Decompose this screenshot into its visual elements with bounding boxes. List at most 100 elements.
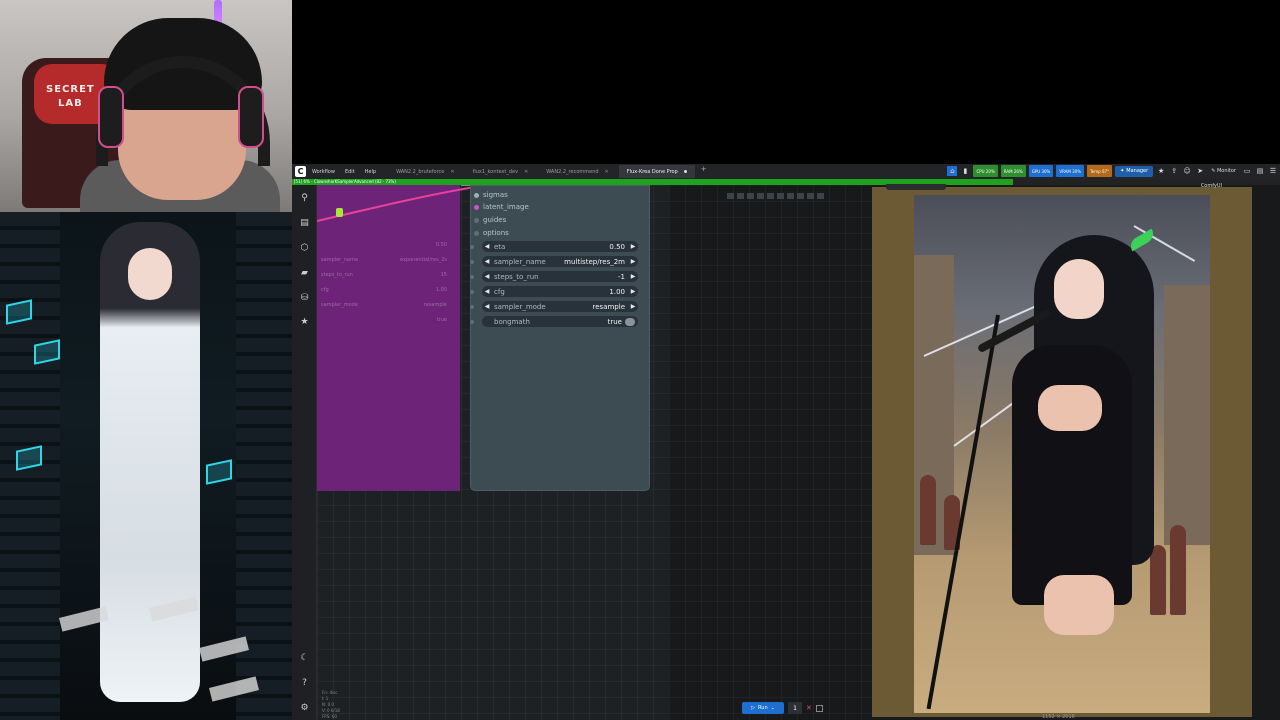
decrement-arrow-icon[interactable]: ◀: [482, 258, 492, 265]
node-canvas[interactable]: 0.50 sampler_name exponential/res_2s step…: [317, 185, 872, 720]
headset-ear-right: [238, 86, 264, 148]
purple-node-row[interactable]: cfg 1.00: [321, 287, 447, 296]
manager-label: Manager: [1126, 168, 1149, 174]
right-toolbar: ⌂ ▮ CPU 20% RAM 26% GPU 30% VRAM 30% Tem…: [947, 165, 1278, 177]
user-icon[interactable]: ☺: [1182, 166, 1192, 176]
model-library-icon[interactable]: ⬡: [298, 241, 311, 254]
queue-icon[interactable]: ⌂: [947, 166, 958, 176]
widget-sampler-mode[interactable]: ◀ sampler_mode resample ▶: [482, 301, 638, 312]
decrement-arrow-icon[interactable]: ◀: [482, 288, 492, 295]
monitor-button[interactable]: ✎ Monitor: [1208, 168, 1239, 174]
input-slot-sigmas[interactable]: sigmas: [474, 190, 508, 200]
workflows-folder-icon[interactable]: ▰: [298, 266, 311, 279]
headset-ear-left: [98, 86, 124, 148]
menu-workflow[interactable]: Workflow: [312, 169, 335, 175]
settings-icon[interactable]: ☰: [1268, 166, 1278, 176]
widget-sampler-name[interactable]: ◀ sampler_name multistep/res_2m ▶: [482, 256, 638, 267]
align-middle-icon[interactable]: [777, 193, 784, 199]
increment-arrow-icon[interactable]: ▶: [628, 303, 638, 310]
batch-count-input[interactable]: 1: [788, 702, 802, 714]
widget-steps-to-run[interactable]: ◀ steps_to_run -1 ▶: [482, 271, 638, 282]
widget-socket-icon: [470, 245, 474, 249]
tab-flux-krea[interactable]: Flux-Krea Done Prop: [618, 165, 695, 178]
widget-eta[interactable]: ◀ eta 0.50 ▶: [482, 241, 638, 252]
monitor-label: Monitor: [1216, 168, 1236, 174]
close-icon[interactable]: ✕: [524, 169, 528, 175]
layout-icon[interactable]: ▤: [1255, 166, 1265, 176]
character-face: [128, 248, 172, 300]
align-right-icon[interactable]: [747, 193, 754, 199]
increment-arrow-icon[interactable]: ▶: [628, 258, 638, 265]
cancel-run-icon[interactable]: ✕: [806, 704, 812, 712]
chair-logo-text: SECRET: [46, 84, 95, 95]
align-left-icon[interactable]: [727, 193, 734, 199]
widget-cfg[interactable]: ◀ cfg 1.00 ▶: [482, 286, 638, 297]
close-icon[interactable]: ✕: [605, 169, 609, 175]
distribute-icon[interactable]: [757, 193, 764, 199]
decrement-arrow-icon[interactable]: ◀: [482, 243, 492, 250]
widget-bongmath[interactable]: bongmath true: [482, 316, 638, 327]
generated-image[interactable]: [914, 195, 1210, 713]
tab-flux-kontext[interactable]: flux1_kontext_dev ✕: [465, 165, 537, 178]
comfyui-window: C Workflow Edit Help WAN2.2_bruteforce ✕…: [292, 164, 1280, 720]
close-icon[interactable]: ✕: [450, 169, 454, 175]
bookmark-icon[interactable]: ▮: [960, 166, 970, 176]
purple-node-row[interactable]: true: [321, 317, 447, 326]
minimize-icon[interactable]: ▭: [1242, 166, 1252, 176]
templates-icon[interactable]: ⛁: [298, 291, 311, 304]
color-icon[interactable]: [807, 193, 814, 199]
purple-sampler-node[interactable]: 0.50 sampler_name exponential/res_2s step…: [317, 185, 460, 491]
preview-handle[interactable]: [886, 184, 946, 190]
settings-gear-icon[interactable]: ⚙: [298, 701, 311, 714]
character-skin: [1038, 385, 1102, 431]
node-link-wire[interactable]: [317, 185, 477, 225]
tab-wan22-bruteforce[interactable]: WAN2.2_bruteforce ✕: [388, 165, 463, 178]
align-center-icon[interactable]: [737, 193, 744, 199]
star-icon[interactable]: ★: [1156, 166, 1166, 176]
input-slot-options[interactable]: options: [474, 228, 509, 238]
stop-queue-icon[interactable]: [815, 704, 823, 712]
align-top-icon[interactable]: [767, 193, 774, 199]
decrement-arrow-icon[interactable]: ◀: [482, 273, 492, 280]
gpu-stat: GPU 30%: [1028, 165, 1054, 177]
menu-help[interactable]: Help: [365, 169, 376, 175]
tab-wan22-recommend[interactable]: WAN2.2_recommend ✕: [538, 165, 616, 178]
purple-node-row[interactable]: sampler_mode resample: [321, 302, 447, 311]
increment-arrow-icon[interactable]: ▶: [628, 243, 638, 250]
node-library-icon[interactable]: ⚲: [298, 191, 311, 204]
input-slot-latent-image[interactable]: latent_image: [474, 202, 529, 212]
reroute-pin-icon[interactable]: [336, 208, 343, 217]
chevron-down-icon: ⌄: [770, 705, 775, 711]
queue-list-icon[interactable]: ▤: [298, 216, 311, 229]
chair-logo-text-2: LAB: [58, 98, 83, 109]
input-slot-guides[interactable]: guides: [474, 215, 506, 225]
align-bottom-icon[interactable]: [787, 193, 794, 199]
menu-edit[interactable]: Edit: [345, 169, 355, 175]
preview-frame: ComfyUI 1152 × 2016: [872, 183, 1252, 720]
purple-node-row[interactable]: sampler_name exponential/res_2s: [321, 257, 447, 266]
comfy-logo[interactable]: C: [295, 166, 306, 177]
increment-arrow-icon[interactable]: ▶: [628, 288, 638, 295]
main-menu: Workflow Edit Help: [312, 169, 376, 175]
send-icon[interactable]: ➤: [1195, 166, 1205, 176]
theme-moon-icon[interactable]: ☾: [298, 651, 311, 664]
favorites-star-icon[interactable]: ★: [298, 315, 311, 328]
share-icon[interactable]: ⇪: [1169, 166, 1179, 176]
increment-arrow-icon[interactable]: ▶: [628, 273, 638, 280]
toggle-switch[interactable]: [625, 317, 635, 326]
more-icon[interactable]: [817, 193, 824, 199]
manager-button[interactable]: ✦ Manager: [1115, 165, 1154, 177]
run-button[interactable]: ▷ Run ⌄: [742, 702, 784, 714]
pin-icon[interactable]: [797, 193, 804, 199]
purple-node-row[interactable]: steps_to_run 15: [321, 272, 447, 281]
decrement-arrow-icon[interactable]: ◀: [482, 303, 492, 310]
help-icon[interactable]: ?: [298, 676, 311, 689]
canvas-stats: Fn: disc I: 1 N: 0.0 V: 0 6/18 FPS: 60: [322, 690, 340, 719]
character-face: [1054, 259, 1104, 319]
canvas-empty-region[interactable]: [669, 185, 872, 720]
sampler-node[interactable]: sigmas latent_image guides options ◀ eta…: [470, 185, 650, 491]
purple-node-row[interactable]: 0.50: [321, 242, 447, 251]
tab-label: WAN2.2_bruteforce: [396, 168, 445, 175]
slot-dot-icon: [474, 230, 479, 236]
add-tab-button[interactable]: +: [701, 165, 707, 178]
